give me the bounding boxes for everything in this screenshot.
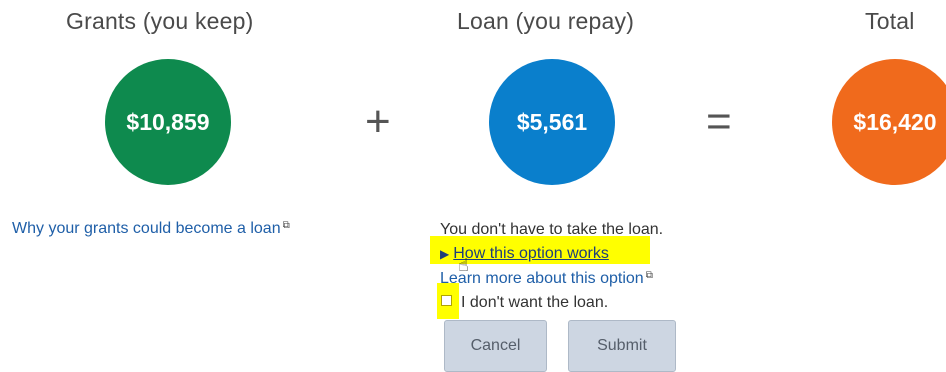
how-option-works-label: How this option works: [453, 245, 609, 262]
grants-become-loan-label: Why your grants could become a loan: [12, 220, 281, 237]
equals-sign: =: [706, 97, 732, 146]
learn-more-option-label: Learn more about this option: [440, 270, 644, 287]
total-title: Total: [865, 8, 915, 34]
learn-more-option-link[interactable]: Learn more about this option ⧉: [440, 270, 653, 288]
submit-button[interactable]: Submit: [568, 320, 676, 372]
total-amount-circle: $16,420: [832, 59, 946, 185]
grants-become-loan-link[interactable]: Why your grants could become a loan ⧉: [12, 220, 290, 238]
external-link-icon: ⧉: [282, 220, 290, 231]
loan-title: Loan (you repay): [457, 8, 635, 34]
loan-amount-circle: $5,561: [489, 59, 615, 185]
grants-amount-circle: $10,859: [105, 59, 231, 185]
cancel-button[interactable]: Cancel: [444, 320, 547, 372]
decline-loan-label: I don't want the loan.: [461, 294, 609, 311]
plus-sign: +: [365, 97, 391, 146]
play-triangle-icon: ▶: [440, 247, 450, 261]
external-link-icon: ⧉: [645, 270, 653, 281]
grants-title: Grants (you keep): [66, 8, 254, 34]
decline-loan-checkbox[interactable]: [441, 295, 452, 306]
